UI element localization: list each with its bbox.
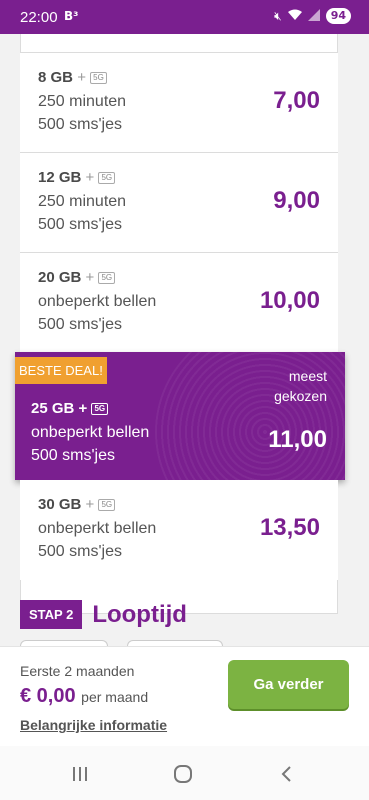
plan-price: 13,50 [259, 514, 320, 541]
plus-sign: + [85, 169, 95, 186]
plan-minutes: onbeperkt bellen [31, 424, 150, 441]
period-label: Eerste 2 maanden [20, 663, 135, 679]
plan-option[interactable]: 30 GB + 5G onbeperkt bellen 500 sms'jes … [20, 480, 338, 580]
plus-sign: + [85, 269, 95, 286]
plan-price: 10,00 [259, 287, 320, 314]
5g-icon: 5G [98, 172, 116, 184]
plan-option[interactable]: 20 GB + 5G onbeperkt bellen 500 sms'jes … [20, 252, 338, 352]
back-icon[interactable] [277, 764, 297, 784]
plan-list-area[interactable]: 8 GB + 5G 250 minuten 500 sms'jes 7,00 1… [0, 34, 369, 646]
continue-button[interactable]: Ga verder [228, 660, 349, 709]
plan-sms: 500 sms'jes [38, 116, 122, 133]
carrier-logo-icon: B³ [64, 9, 79, 23]
plan-data: 30 GB [38, 496, 82, 513]
step-tag: STAP 2 [20, 600, 83, 629]
status-bar: 22:00 B³ 🔇︎ 94 [0, 0, 369, 34]
mute-icon: 🔇︎ [274, 8, 282, 23]
5g-icon: 5G [98, 272, 116, 284]
best-deal-badge: BESTE DEAL! [15, 357, 107, 384]
wifi-icon [287, 9, 302, 24]
plus-sign: + [78, 400, 88, 417]
5g-icon: 5G [90, 72, 107, 84]
signal-icon [307, 8, 320, 24]
5g-icon: 5G [91, 403, 109, 415]
important-info-link[interactable]: Belangrijke informatie [20, 717, 167, 733]
checkout-bar: Eerste 2 maanden € 0,00 per maand Belang… [0, 646, 369, 746]
plan-data: 12 GB [38, 169, 82, 186]
plus-sign: + [85, 496, 95, 513]
plan-minutes: 250 minuten [38, 93, 127, 110]
plan-price: 11,00 [268, 426, 327, 453]
plan-sms: 500 sms'jes [31, 447, 115, 464]
plus-sign: + [77, 69, 86, 86]
plan-data: 8 GB [38, 69, 74, 86]
plan-minutes: 250 minuten [38, 193, 127, 210]
recent-apps-icon[interactable] [70, 764, 90, 784]
plan-price: 7,00 [273, 87, 320, 114]
total-price: € 0,00 per maand [20, 685, 149, 707]
system-nav-bar [0, 746, 369, 800]
step-title: Looptijd [92, 600, 187, 628]
plan-option[interactable]: 8 GB + 5G 250 minuten 500 sms'jes 7,00 [20, 52, 338, 152]
plan-sms: 500 sms'jes [38, 216, 122, 233]
most-chosen-label: meest gekozen [274, 368, 327, 404]
step-heading: STAP 2 Looptijd [20, 600, 187, 629]
plan-data: 20 GB [38, 269, 82, 286]
plan-data: 25 GB [31, 400, 75, 417]
price-period: per maand [81, 689, 149, 705]
home-icon[interactable] [173, 764, 193, 784]
plan-minutes: onbeperkt bellen [38, 520, 157, 537]
status-time: 22:00 [20, 9, 58, 26]
plan-sms: 500 sms'jes [38, 316, 122, 333]
plan-price: 9,00 [273, 187, 320, 214]
plan-option-featured[interactable]: BESTE DEAL! meest gekozen 25 GB + 5G onb… [15, 352, 345, 480]
5g-icon: 5G [98, 499, 116, 511]
plan-option[interactable]: 12 GB + 5G 250 minuten 500 sms'jes 9,00 [20, 152, 338, 252]
battery-icon: 94 [325, 8, 351, 24]
plan-minutes: onbeperkt bellen [38, 293, 157, 310]
status-icons: 🔇︎ 94 [274, 8, 351, 24]
plan-sms: 500 sms'jes [38, 543, 122, 560]
